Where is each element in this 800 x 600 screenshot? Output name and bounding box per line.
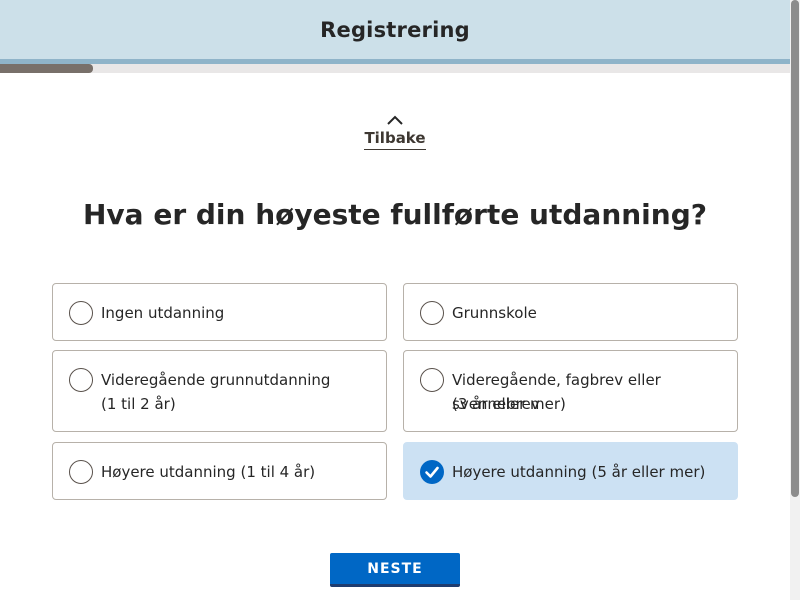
option-ingen-utdanning[interactable]: Ingen utdanning — [52, 283, 387, 341]
option-videregaende-fagbrev[interactable]: Videregående, fagbrev eller svennebrev (… — [403, 350, 738, 432]
back-link[interactable]: Tilbake — [345, 113, 445, 150]
option-hoyere-utdanning-5-pluss[interactable]: Høyere utdanning (5 år eller mer) — [403, 442, 738, 500]
option-sublabel: (3 år eller mer) — [452, 395, 566, 413]
option-label: Grunnskole — [452, 304, 537, 322]
option-label: Ingen utdanning — [101, 304, 225, 322]
next-button[interactable]: NESTE — [330, 553, 460, 587]
question-title: Hva er din høyeste fullførte utdanning? — [83, 198, 707, 231]
option-videregaende-grunnutdanning[interactable]: Videregående grunnutdanning (1 til 2 år) — [52, 350, 387, 432]
radio-button[interactable] — [69, 368, 93, 392]
option-label: Høyere utdanning (1 til 4 år) — [101, 463, 316, 481]
radio-button[interactable] — [420, 368, 444, 392]
radio-button[interactable] — [69, 301, 93, 325]
back-link-label: Tilbake — [364, 129, 426, 150]
chevron-up-icon — [387, 115, 403, 125]
option-grunnskole[interactable]: Grunnskole — [403, 283, 738, 341]
progress-fill — [0, 64, 94, 73]
header-title: Registrering — [320, 17, 470, 42]
option-sublabel: (1 til 2 år) — [101, 395, 176, 413]
page-header: Registrering — [0, 0, 790, 59]
scrollbar-thumb[interactable] — [791, 0, 799, 497]
option-label: Høyere utdanning (5 år eller mer) — [452, 463, 706, 481]
radio-button[interactable] — [69, 460, 93, 484]
progress-bar — [0, 64, 790, 73]
radio-button[interactable] — [420, 301, 444, 325]
scrollbar[interactable] — [790, 0, 800, 600]
option-hoyere-utdanning-1-4[interactable]: Høyere utdanning (1 til 4 år) — [52, 442, 387, 500]
checkmark-circle-icon[interactable] — [420, 460, 444, 484]
option-label: Videregående grunnutdanning — [101, 371, 331, 389]
